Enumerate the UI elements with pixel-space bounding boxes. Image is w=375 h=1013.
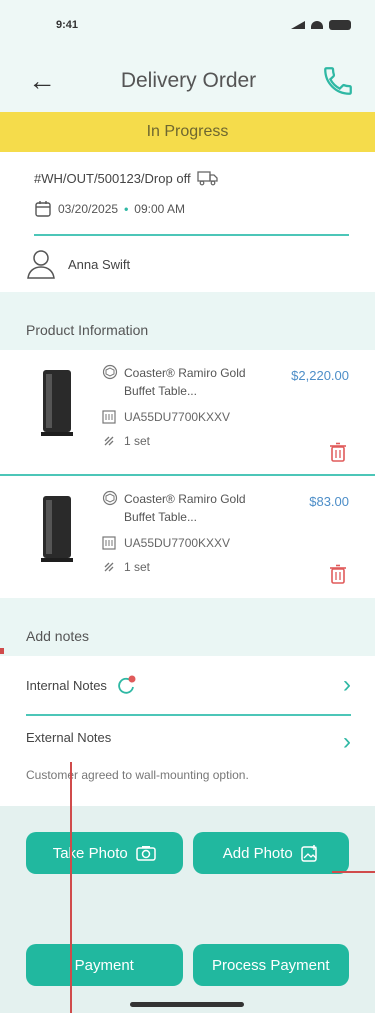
notes-section-title: Add notes (0, 598, 375, 656)
product-thumbnail (28, 364, 86, 442)
product-image-icon (41, 496, 73, 562)
external-notes-head: External Notes › (26, 730, 351, 754)
product-item[interactable]: Coaster® Ramiro Gold Buffet Table... UA5… (0, 350, 375, 474)
phone-icon[interactable] (321, 64, 355, 98)
status-bar: 9:41 (0, 0, 375, 50)
overlay-guide-line (332, 871, 375, 873)
box-icon (102, 364, 118, 380)
payment-button[interactable]: Payment (26, 944, 183, 986)
product-qty-row: 1 set (102, 560, 351, 574)
battery-icon (329, 20, 351, 30)
process-payment-button[interactable]: Process Payment (192, 944, 349, 986)
product-list: Coaster® Ramiro Gold Buffet Table... UA5… (0, 350, 375, 598)
product-name: Coaster® Ramiro Gold Buffet Table... (124, 492, 246, 524)
quantity-icon (104, 436, 114, 446)
action-panel: Take Photo Add Photo Payment Process Pay… (0, 806, 375, 1013)
take-photo-button[interactable]: Take Photo (26, 832, 183, 874)
delete-icon[interactable] (329, 564, 347, 584)
assignee-name: Anna Swift (68, 256, 131, 272)
assignee-row: Anna Swift (26, 236, 349, 292)
chevron-right-icon[interactable]: › (343, 730, 351, 754)
page-title: Delivery Order (120, 69, 257, 92)
header: ← Delivery Order (0, 50, 375, 112)
order-info: #WH/OUT/500123/Drop off 03/20/2025 • 09:… (0, 152, 375, 292)
calendar-icon (35, 201, 51, 217)
product-sku-row: UA55DU7700KXXV (102, 536, 351, 550)
camera-icon (136, 846, 156, 861)
product-thumbnail (28, 490, 86, 568)
payment-button-row: Payment Process Payment (26, 944, 349, 986)
product-qty-row: 1 set (102, 434, 351, 448)
product-image-icon (41, 370, 73, 436)
product-sku-row: UA55DU7700KXXV (102, 410, 351, 424)
order-time: 09:00 AM (134, 202, 185, 216)
delete-icon[interactable] (329, 442, 347, 462)
status-banner: In Progress (0, 112, 375, 152)
internal-notes-left: Internal Notes (26, 674, 137, 696)
order-reference-row: #WH/OUT/500123/Drop off (34, 164, 349, 192)
product-qty: 1 set (124, 560, 151, 574)
delivery-order-screen: 9:41 ← Delivery Order In Progress #WH/OU… (0, 0, 375, 1013)
image-add-icon (301, 845, 317, 862)
chevron-right-icon[interactable]: › (343, 673, 351, 697)
back-arrow-icon[interactable]: ← (28, 67, 56, 95)
quantity-icon (104, 562, 114, 572)
overlay-marker (0, 648, 4, 654)
status-icons (291, 20, 351, 30)
external-notes-text: Customer agreed to wall-mounting option. (26, 768, 249, 782)
status-time: 9:41 (56, 19, 79, 31)
product-sku: UA55DU7700KXXV (124, 536, 231, 550)
product-qty: 1 set (124, 434, 151, 448)
truck-icon (196, 171, 218, 186)
overlay-guide-line (70, 762, 72, 1013)
product-name: Coaster® Ramiro Gold Buffet Table... (124, 366, 246, 398)
order-date-row: 03/20/2025 • 09:00 AM (34, 192, 349, 226)
refresh-notification-icon (118, 675, 136, 694)
product-price: $2,220.00 (291, 368, 349, 383)
internal-notes-row[interactable]: Internal Notes › (26, 656, 351, 714)
notes-panel: Internal Notes › External Notes › Custom… (0, 656, 375, 806)
order-date: 03/20/2025 (58, 202, 119, 216)
take-photo-label: Take Photo (52, 844, 128, 862)
photo-button-row: Take Photo Add Photo (26, 832, 349, 874)
external-notes-row[interactable]: External Notes › Customer agreed to wall… (26, 716, 351, 806)
user-icon (27, 250, 55, 279)
product-price: $83.00 (309, 494, 349, 509)
order-reference: #WH/OUT/500123/Drop off (34, 170, 191, 186)
add-photo-button[interactable]: Add Photo (192, 832, 349, 874)
barcode-icon (102, 410, 116, 424)
home-indicator (130, 1002, 244, 1007)
signal-icon (291, 21, 305, 29)
separator-dot: • (124, 202, 129, 216)
internal-notes-label: Internal Notes (26, 677, 107, 693)
product-sku: UA55DU7700KXXV (124, 410, 231, 424)
add-photo-label: Add Photo (222, 844, 293, 862)
external-notes-label: External Notes (26, 730, 112, 745)
product-item[interactable]: Coaster® Ramiro Gold Buffet Table... UA5… (0, 474, 375, 598)
barcode-icon (102, 536, 116, 550)
wifi-icon (311, 21, 323, 29)
box-icon (102, 490, 118, 506)
product-section-title: Product Information (0, 292, 375, 350)
